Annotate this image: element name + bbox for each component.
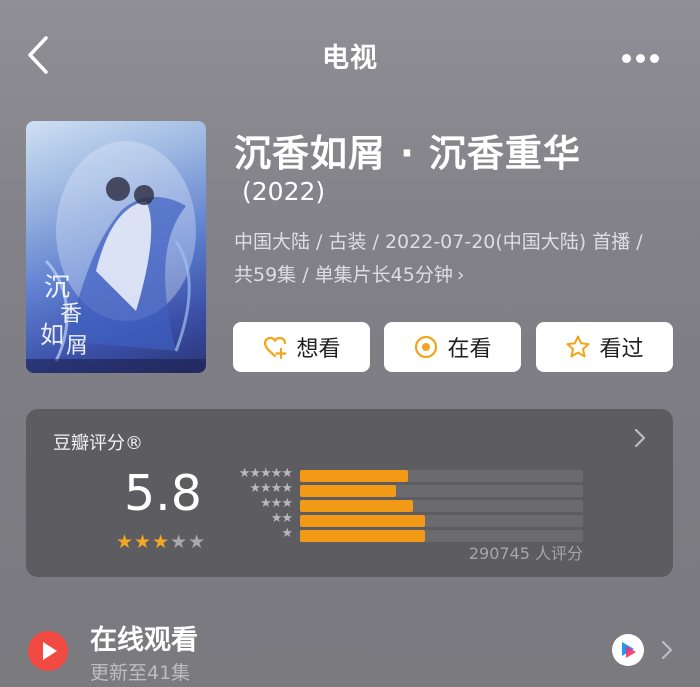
play-icon	[28, 631, 68, 671]
watch-online-subtitle: 更新至41集	[90, 662, 191, 684]
more-button[interactable]	[622, 48, 670, 63]
show-title: 沉香如屑 · 沉香重华	[234, 132, 581, 175]
distribution-bar	[300, 530, 425, 542]
svg-text:屑: 屑	[66, 334, 88, 359]
rating-stars: ★★★★★	[116, 531, 206, 553]
poster-artwork: 沉 香 如 屑	[26, 141, 206, 373]
svg-text:如: 如	[40, 321, 64, 349]
meta-line-2: 共59集 / 单集片长45分钟 ›	[234, 259, 674, 292]
distribution-bar	[300, 515, 425, 527]
more-dots-icon	[622, 54, 631, 63]
distribution-bar	[300, 500, 413, 512]
watch-online-title: 在线观看	[90, 625, 198, 656]
distribution-bar	[300, 485, 396, 497]
douban-rating-card[interactable]: 豆瓣评分® 5.8 ★★★★★ ★★★★★ ★★★★ ★★★ ★★ ★ 290745 人…	[26, 409, 673, 577]
rating-label: 豆瓣评分®	[53, 433, 143, 454]
distribution-track	[300, 470, 583, 482]
meta-line-1: 中国大陆 / 古装 / 2022-07-20(中国大陆) 首播 /	[234, 231, 643, 253]
star-empty-icon: ★★	[170, 531, 207, 553]
top-bar: 电视	[0, 0, 700, 110]
rating-count: 290745 人评分	[468, 544, 583, 563]
target-icon	[415, 335, 438, 359]
star-outline-icon	[566, 335, 590, 358]
watched-label: 看过	[599, 337, 644, 362]
distribution-stars: ★★	[270, 511, 293, 526]
chevron-right-icon	[661, 640, 673, 660]
show-meta[interactable]: 中国大陆 / 古装 / 2022-07-20(中国大陆) 首播 / 共59集 /…	[234, 226, 674, 292]
distribution-track	[300, 500, 583, 512]
show-year: (2022)	[242, 177, 326, 206]
page-title: 电视	[322, 43, 378, 74]
distribution-bar	[300, 470, 408, 482]
heart-plus-icon	[264, 336, 288, 360]
watched-button[interactable]: 看过	[536, 322, 673, 372]
distribution-stars: ★★★★★	[238, 466, 293, 481]
distribution-stars: ★★★★	[249, 481, 293, 496]
watching-button[interactable]: 在看	[384, 322, 521, 372]
watch-online-row[interactable]: 在线观看 更新至41集	[0, 610, 700, 687]
chevron-right-icon[interactable]	[633, 427, 647, 449]
distribution-stars: ★	[281, 526, 293, 541]
star-filled-icon: ★★★	[116, 531, 171, 553]
poster-image[interactable]: 沉 香 如 屑	[26, 121, 206, 373]
watching-label: 在看	[447, 337, 492, 362]
meta-line-2-text: 共59集 / 单集片长45分钟	[234, 264, 453, 286]
svg-text:沉: 沉	[44, 273, 70, 303]
distribution-track	[300, 485, 583, 497]
rating-score: 5.8	[124, 465, 202, 522]
chevron-right-icon: ›	[456, 264, 465, 286]
want-to-watch-button[interactable]: 想看	[233, 322, 370, 372]
youku-icon	[612, 634, 644, 666]
distribution-stars: ★★★	[260, 496, 293, 511]
want-to-watch-label: 想看	[296, 337, 341, 362]
distribution-track	[300, 515, 583, 527]
